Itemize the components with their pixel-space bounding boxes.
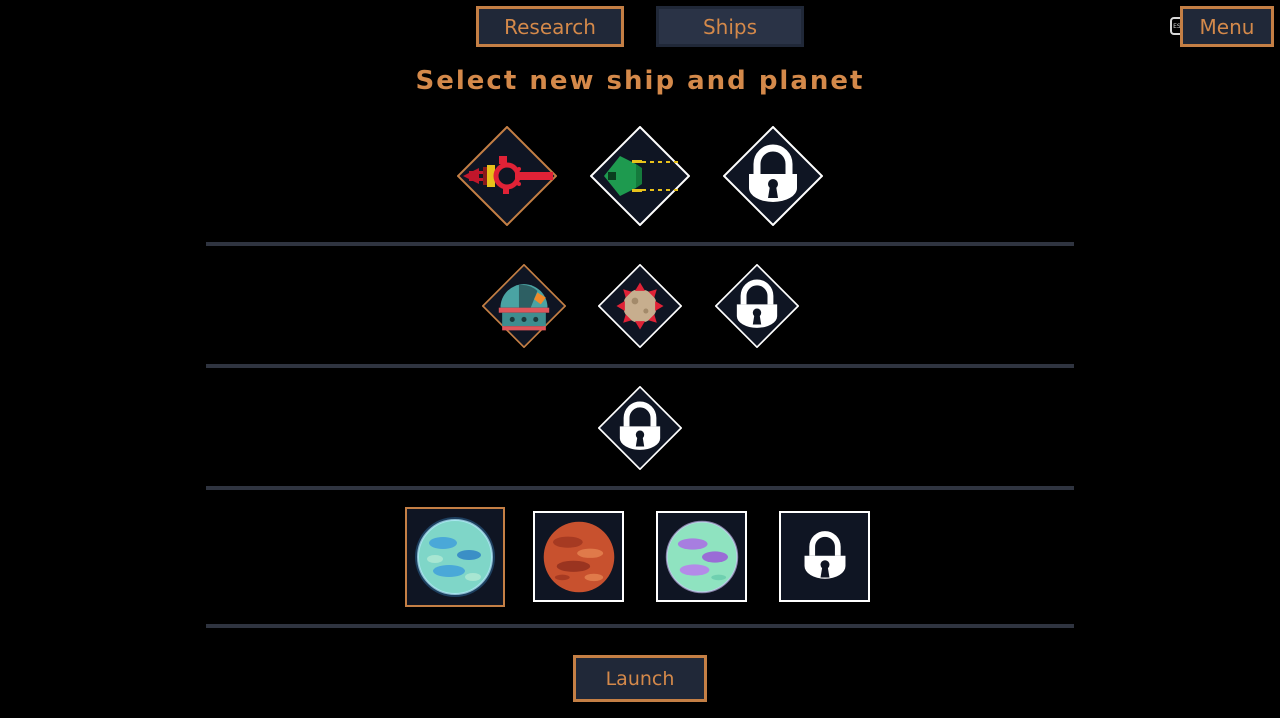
tab-ships[interactable]: Ships: [656, 6, 804, 47]
planet-slot-purple-green[interactable]: [656, 511, 747, 602]
planet-slot-blue-green[interactable]: [405, 507, 505, 607]
ship-slot-green[interactable]: [590, 126, 690, 226]
launch-button[interactable]: Launch: [573, 655, 707, 702]
ship-slot-mine[interactable]: [598, 264, 682, 348]
ship-slot-locked-3[interactable]: [598, 386, 682, 470]
divider: [206, 486, 1074, 490]
planet-slot-locked[interactable]: [779, 511, 870, 602]
spiked-mine-icon: [616, 282, 664, 330]
ship-slot-dome[interactable]: [482, 264, 566, 348]
red-planet-icon: [543, 521, 614, 592]
tab-research[interactable]: Research: [476, 6, 624, 47]
divider: [206, 364, 1074, 368]
menu-button[interactable]: Menu: [1180, 6, 1274, 47]
planet-slot-red[interactable]: [533, 511, 624, 602]
divider: [206, 624, 1074, 628]
ship-slot-locked-1[interactable]: [723, 126, 823, 226]
ship-slot-red[interactable]: [457, 126, 557, 226]
page-title: Select new ship and planet: [415, 66, 865, 96]
divider: [206, 242, 1074, 246]
ship-slot-locked-2[interactable]: [715, 264, 799, 348]
purple-green-planet-icon: [665, 520, 738, 593]
blue-green-planet-icon: [415, 517, 495, 597]
lock-icon: [804, 530, 845, 579]
